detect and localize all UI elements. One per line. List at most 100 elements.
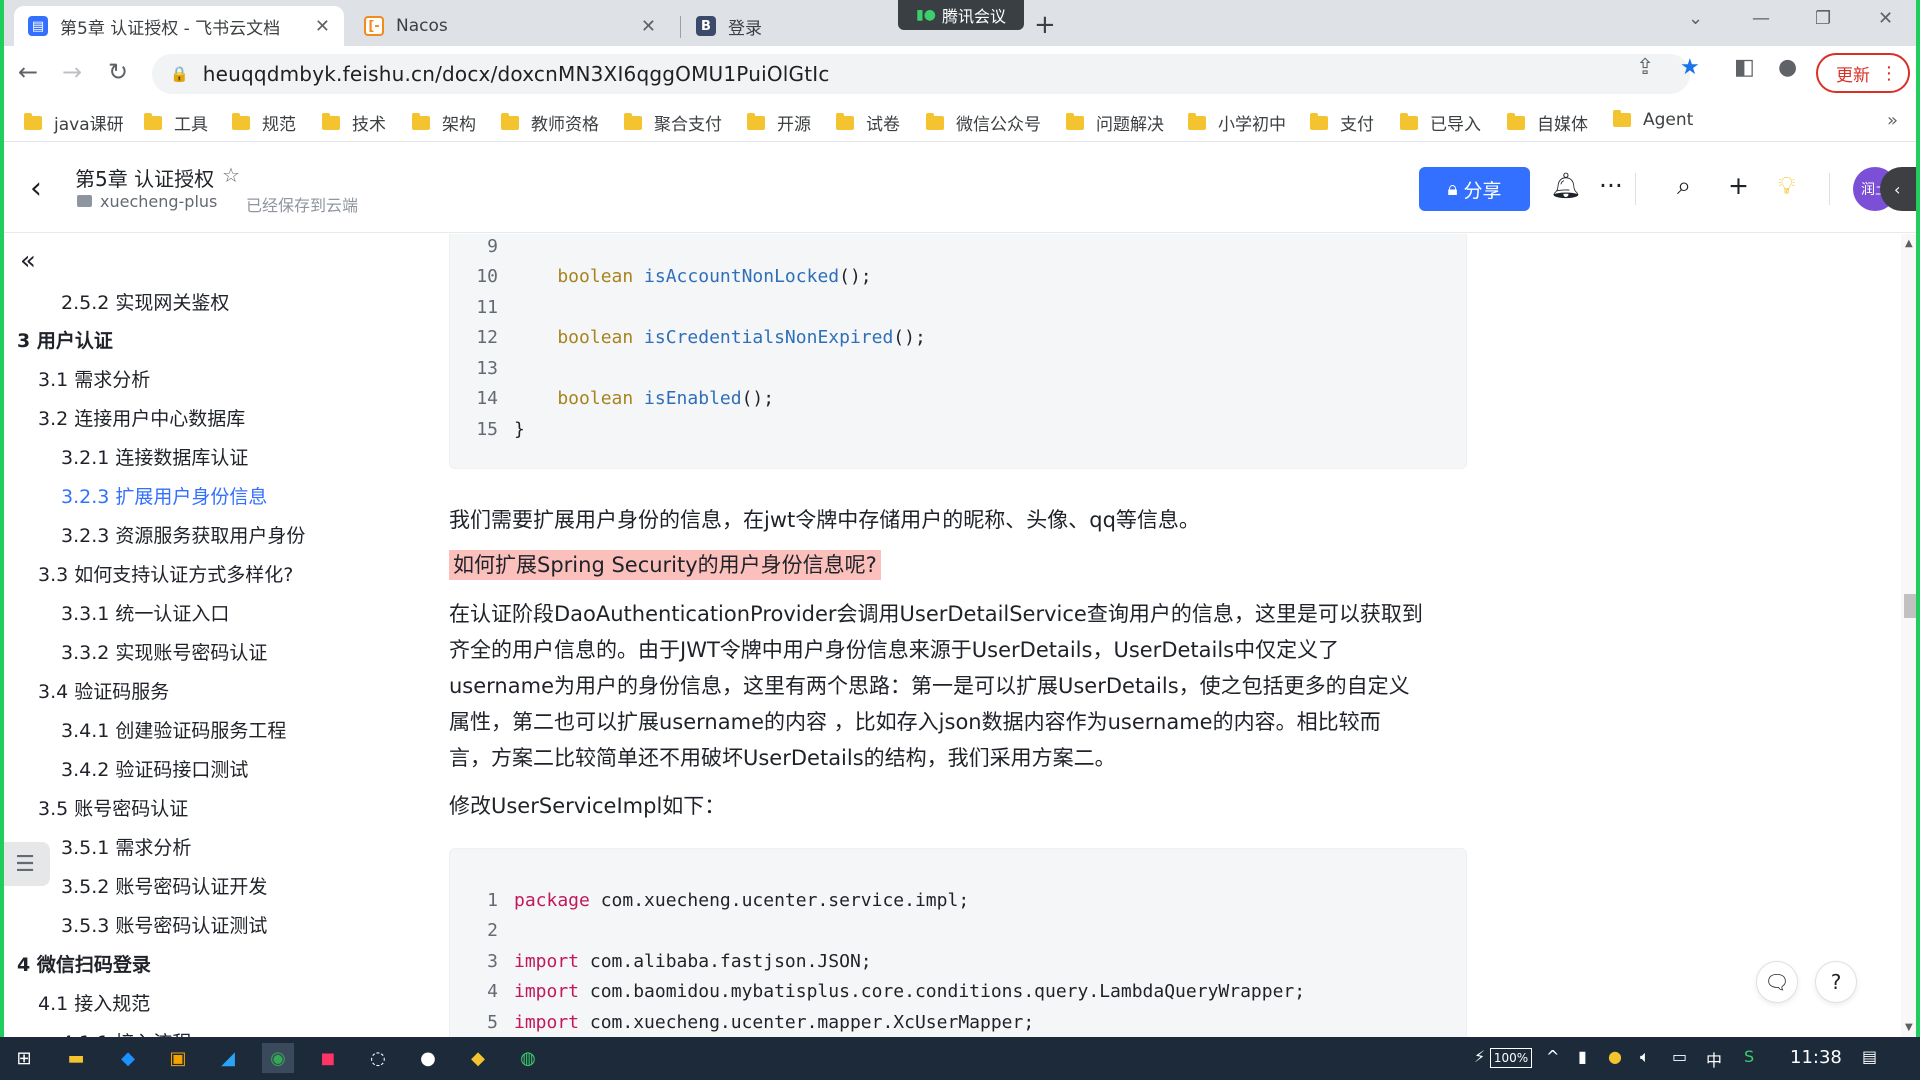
toc-item[interactable]: 3.5 账号密码认证 (38, 794, 188, 821)
help-icon[interactable]: ? (1815, 961, 1857, 1003)
reload-icon[interactable]: ↻ (108, 58, 128, 86)
app-tray-icon[interactable]: ● (1608, 1047, 1622, 1066)
bookmark-item[interactable]: 支付 (1310, 110, 1374, 135)
toc-item[interactable]: 3.2.1 连接数据库认证 (61, 443, 248, 470)
bookmark-label: Agent (1643, 110, 1694, 130)
toc-item[interactable]: 3.3 如何支持认证方式多样化? (38, 560, 293, 587)
meeting-indicator[interactable]: ▮● 腾讯会议 (898, 0, 1024, 30)
bookmark-item[interactable]: 微信公众号 (926, 110, 1041, 135)
toc-item[interactable]: 3.5.3 账号密码认证测试 (61, 911, 267, 938)
bookmark-item[interactable]: 聚合支付 (624, 110, 722, 135)
comment-icon[interactable]: 🗨︎ (1756, 961, 1798, 1003)
more-icon[interactable]: ⋮ (1880, 63, 1898, 84)
app-icon[interactable]: ◆ (112, 1043, 144, 1073)
toc-item[interactable]: 3.2.3 资源服务获取用户身份 (61, 521, 305, 548)
toc-item[interactable]: 3.5.2 账号密码认证开发 (61, 872, 267, 899)
scroll-up-icon[interactable]: ▲ (1905, 238, 1913, 249)
back-icon[interactable]: ← (18, 58, 38, 86)
collapse-panel-tab[interactable]: ‹ (1880, 167, 1920, 211)
new-tab-button[interactable]: + (1034, 10, 1056, 40)
close-icon[interactable]: ✕ (315, 16, 330, 37)
battery-indicator[interactable]: 100% (1490, 1048, 1532, 1068)
toc-item[interactable]: 3.2 连接用户中心数据库 (38, 404, 245, 431)
app-icon[interactable]: ◌ (362, 1043, 394, 1073)
app-icon[interactable]: ◍ (512, 1043, 544, 1073)
intellij-icon[interactable]: ◼ (312, 1043, 344, 1073)
toc-list-icon[interactable]: ☰ (0, 842, 50, 886)
tab-feishu-doc[interactable]: ▤ 第5章 认证授权 - 飞书云文档 ✕ (14, 6, 344, 46)
url-input[interactable]: 🔒 heuqqdmbyk.feishu.cn/docx/doxcnMN3XI6q… (152, 54, 1690, 94)
toc-item[interactable]: 4.1.1 接入流程 (61, 1028, 191, 1037)
toc-item[interactable]: 3 用户认证 (17, 326, 113, 353)
forward-icon[interactable]: → (62, 58, 82, 86)
more-icon[interactable]: ··· (1599, 171, 1623, 200)
bookmarks-overflow-icon[interactable]: » (1887, 110, 1898, 131)
share-button[interactable]: 🔒︎ 分享 (1419, 167, 1530, 211)
line-number: 3 (487, 950, 498, 972)
tab-search-chevron-icon[interactable]: ⌄ (1688, 8, 1703, 29)
tab-title: Nacos (396, 16, 448, 36)
update-button[interactable]: 更新 ⋮ (1816, 53, 1910, 93)
bookmark-item[interactable]: java课研 (24, 110, 124, 135)
collapse-toc-icon[interactable]: « (20, 246, 36, 276)
clock[interactable]: 11:38 (1790, 1047, 1842, 1068)
microphone-icon[interactable]: ▮ (1578, 1047, 1587, 1066)
close-icon[interactable]: ✕ (641, 16, 656, 37)
window-close-icon[interactable]: ✕ (1878, 8, 1893, 29)
bookmark-item[interactable]: 教师资格 (501, 110, 599, 135)
app-tray-icon[interactable]: S (1744, 1047, 1754, 1066)
search-icon[interactable]: ⌕ (1677, 171, 1691, 201)
bookmark-item[interactable]: 问题解决 (1066, 110, 1164, 135)
update-label: 更新 (1836, 65, 1870, 86)
toc-item[interactable]: 3.1 需求分析 (38, 365, 150, 392)
bookmark-item[interactable]: 工具 (144, 110, 208, 135)
lightbulb-icon[interactable]: 💡︎ (1778, 171, 1796, 201)
minimize-icon[interactable]: — (1752, 8, 1770, 29)
bookmark-star-icon[interactable]: ★ (1680, 55, 1700, 80)
chevron-up-icon[interactable]: ^ (1546, 1047, 1559, 1066)
toc-item[interactable]: 3.4.1 创建验证码服务工程 (61, 716, 286, 743)
windows-start-icon[interactable]: ⊞ (8, 1043, 40, 1073)
ime-indicator[interactable]: 中 (1706, 1047, 1722, 1071)
toc-item[interactable]: 3.3.2 实现账号密码认证 (61, 638, 267, 665)
toc-item[interactable]: 3.4.2 验证码接口测试 (61, 755, 248, 782)
chrome-icon[interactable]: ◉ (262, 1043, 294, 1073)
app-icon[interactable]: ▣ (162, 1043, 194, 1073)
toc-item[interactable]: 4.1 接入规范 (38, 989, 150, 1016)
notification-icon[interactable]: ▤ (1862, 1047, 1877, 1066)
plug-icon[interactable]: ⚡ (1474, 1047, 1485, 1066)
bookmark-item[interactable]: Agent (1613, 110, 1693, 130)
bookmark-item[interactable]: 试卷 (836, 110, 900, 135)
bookmark-item[interactable]: 架构 (412, 110, 476, 135)
toc-item[interactable]: 2.5.2 实现网关鉴权 (61, 288, 229, 315)
bookmark-item[interactable]: 技术 (322, 110, 386, 135)
bookmark-label: 开源 (777, 115, 811, 135)
bell-icon[interactable]: 🔔︎ (1550, 171, 1582, 201)
scroll-down-icon[interactable]: ▼ (1905, 1022, 1913, 1033)
network-icon[interactable]: ▭ (1672, 1047, 1687, 1066)
side-panel-icon[interactable]: ◧ (1734, 55, 1755, 80)
space-name[interactable]: xuecheng-plus (100, 192, 217, 211)
restore-icon[interactable]: ❐ (1815, 8, 1831, 29)
app-icon[interactable]: ◆ (462, 1043, 494, 1073)
bookmark-item[interactable]: 规范 (232, 110, 296, 135)
bookmark-item[interactable]: 已导入 (1400, 110, 1481, 135)
volume-icon[interactable]: 🔈︎ (1640, 1047, 1650, 1067)
toc-item[interactable]: 3.3.1 统一认证入口 (61, 599, 229, 626)
app-icon[interactable]: ● (412, 1043, 444, 1073)
bookmark-item[interactable]: 自媒体 (1507, 110, 1588, 135)
toc-item-active[interactable]: 3.2.3 扩展用户身份信息 (61, 482, 267, 509)
toc-item[interactable]: 3.4 验证码服务 (38, 677, 169, 704)
app-icon[interactable]: ◢ (212, 1043, 244, 1073)
share-page-icon[interactable]: ⇪ (1636, 55, 1654, 80)
back-icon[interactable]: ‹ (30, 171, 42, 206)
toc-item[interactable]: 4 微信扫码登录 (17, 950, 151, 977)
profile-icon[interactable]: ● (1778, 55, 1797, 80)
bookmark-item[interactable]: 开源 (747, 110, 811, 135)
toc-item[interactable]: 3.5.1 需求分析 (61, 833, 191, 860)
file-explorer-icon[interactable]: ▬ (60, 1043, 92, 1073)
plus-icon[interactable]: + (1728, 171, 1749, 200)
bookmark-item[interactable]: 小学初中 (1188, 110, 1286, 135)
tab-nacos[interactable]: [- Nacos ✕ (350, 6, 670, 46)
star-icon[interactable]: ☆ (222, 163, 240, 187)
